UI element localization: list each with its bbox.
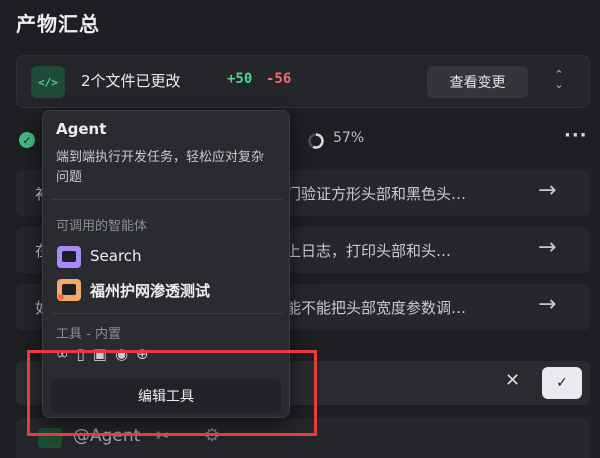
popup-description: 端到端执行开发任务，轻松应对复杂问题 [56,150,265,185]
chat-agent-icon [57,279,81,301]
arrow-right-icon[interactable]: → [538,292,556,317]
confirm-button[interactable]: ✓ [542,367,582,399]
gear-icon[interactable]: ⚙ [204,425,220,446]
agent-name: Search [90,247,142,265]
image-icon[interactable]: ▣ [93,345,115,363]
file-icon[interactable]: ▯ [77,345,93,363]
agent-item-search[interactable]: Search [51,242,281,272]
tools-icon[interactable]: ✂ [156,426,169,445]
popup-title: Agent [56,120,107,138]
task-text: 上日志，打印头部和头… [286,242,452,260]
page-title: 产物汇总 [16,12,100,36]
chat-agent-icon [57,246,81,268]
builtin-tool-icons: ∞▯▣◉⊕ [56,345,157,363]
cancel-icon[interactable]: ✕ [505,370,520,391]
globe-icon[interactable]: ⊕ [136,345,157,363]
more-icon[interactable]: ··· [564,125,588,146]
agent-name: 福州护网渗透测试 [90,282,211,300]
changes-summary: 2个文件已更改 [81,72,181,90]
progress-percent: 57% [333,130,365,146]
agent-mention[interactable]: @Agent [73,426,140,446]
agents-section-label: 可调用的智能体 [56,219,148,234]
added-lines-count: +50 [227,71,253,87]
progress-ring-icon [308,133,324,149]
eye-icon[interactable]: ◉ [115,345,136,363]
arrow-right-icon[interactable]: → [538,178,556,203]
link-icon[interactable]: ∞ [56,345,77,363]
agent-icon [38,428,62,448]
task-text: 能不能把头部宽度参数调… [286,299,467,317]
agent-item-pentest[interactable]: 福州护网渗透测试 [51,275,281,305]
agent-popup: Agent 端到端执行开发任务，轻松应对复杂问题 可调用的智能体 Search … [42,110,290,418]
task-text: 门验证方形头部和黑色头… [286,185,467,203]
divider [51,199,283,200]
tools-section-label: 工具 - 内置 [56,327,121,342]
divider [51,313,283,314]
view-changes-button[interactable]: 查看变更 [427,66,528,98]
removed-lines-count: -56 [266,71,292,87]
code-icon: </> [31,66,65,98]
arrow-right-icon[interactable]: → [538,235,556,260]
edit-tools-button[interactable]: 编辑工具 [51,379,281,413]
check-circle-icon: ✓ [19,132,35,148]
chevron-up-down-icon[interactable]: ⌃ ⌄ [551,69,567,94]
file-changes-bar: </> 2个文件已更改 +50 -56 查看变更 ⌃ ⌄ [16,55,590,108]
